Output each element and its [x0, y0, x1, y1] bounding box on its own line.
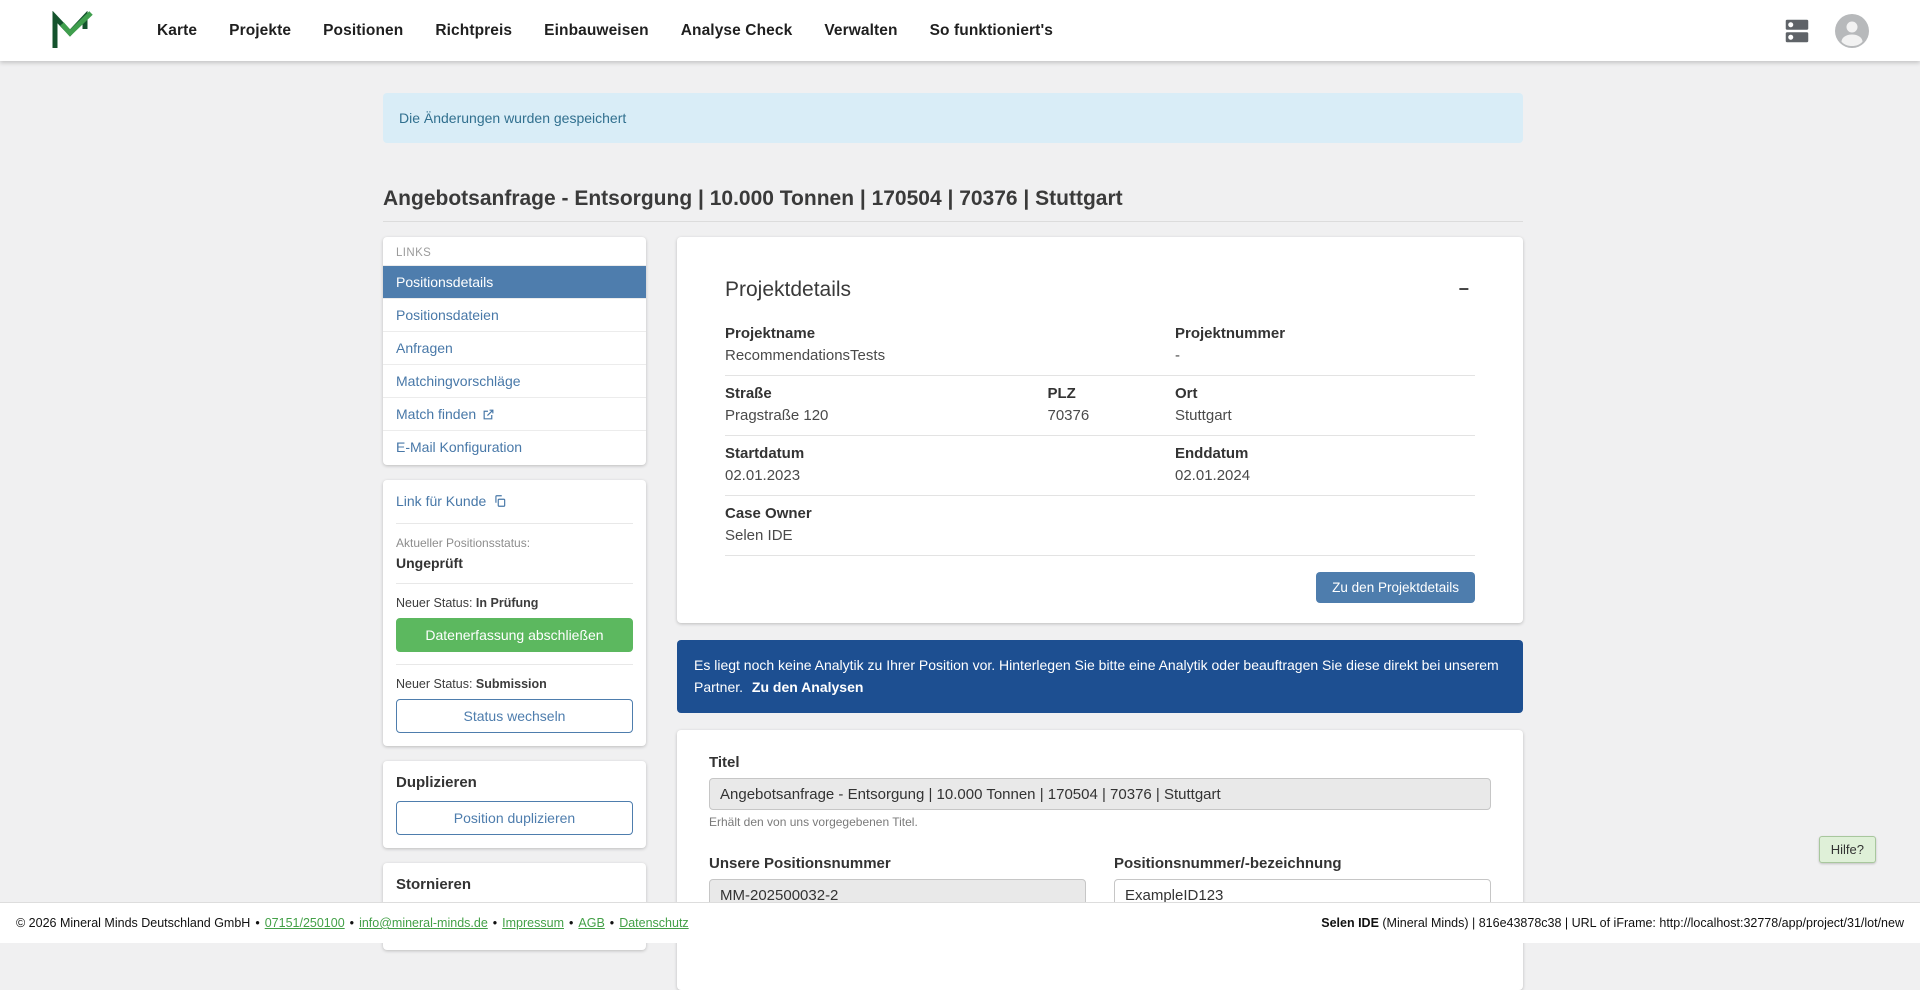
- main-nav: Karte Projekte Positionen Richtpreis Ein…: [141, 0, 1069, 61]
- footer-impressum-link[interactable]: Impressum: [502, 916, 564, 930]
- go-to-analyses-link[interactable]: Zu den Analysen: [752, 679, 864, 695]
- user-avatar[interactable]: [1834, 13, 1870, 49]
- new-status-value: In Prüfung: [476, 596, 539, 610]
- sidebar-item-positionsdateien[interactable]: Positionsdateien: [383, 298, 646, 331]
- sidebar-item-label: Anfragen: [396, 340, 453, 356]
- nav-item-analyse-check[interactable]: Analyse Check: [665, 0, 809, 61]
- field-projektname: Projektname RecommendationsTests: [725, 316, 1175, 376]
- new-status-in-pruefung: Neuer Status: In Prüfung: [396, 596, 633, 610]
- top-navbar: Karte Projekte Positionen Richtpreis Ein…: [0, 0, 1920, 61]
- analytics-banner: Es liegt noch keine Analytik zu Ihrer Po…: [677, 640, 1523, 713]
- separator: •: [610, 916, 614, 930]
- app-logo[interactable]: [49, 11, 93, 51]
- new-status-label: Neuer Status:: [396, 677, 472, 691]
- field-plz: PLZ 70376: [1048, 376, 1176, 436]
- collapse-card-button[interactable]: −: [1452, 277, 1475, 302]
- our-position-number-label: Unsere Positionsnummer: [709, 855, 1086, 872]
- nav-item-richtpreis[interactable]: Richtpreis: [419, 0, 528, 61]
- new-status-submission: Neuer Status: Submission: [396, 677, 633, 691]
- nav-item-projekte[interactable]: Projekte: [213, 0, 307, 61]
- sidebar-item-anfragen[interactable]: Anfragen: [383, 331, 646, 364]
- sidebar-item-label: E-Mail Konfiguration: [396, 439, 522, 455]
- customer-link-label: Link für Kunde: [396, 493, 486, 509]
- footer-links: © 2026 Mineral Minds Deutschland GmbH • …: [16, 916, 689, 930]
- position-form-card: Titel Erhält den von uns vorgegebenen Ti…: [677, 730, 1523, 990]
- sidebar-item-label: Positionsdetails: [396, 274, 493, 290]
- duplicate-heading: Duplizieren: [396, 774, 633, 791]
- field-case-owner: Case Owner Selen IDE: [725, 496, 1475, 556]
- links-header: LINKS: [383, 237, 646, 265]
- titel-input: [709, 778, 1491, 810]
- current-status-label: Aktueller Positionsstatus:: [396, 536, 633, 550]
- main-column: Projektdetails − Projektname Recommendat…: [677, 237, 1523, 990]
- cancel-heading: Stornieren: [396, 876, 633, 893]
- current-status-value: Ungeprüft: [396, 555, 633, 571]
- divider: [396, 583, 633, 584]
- app-footer: © 2026 Mineral Minds Deutschland GmbH • …: [0, 902, 1920, 943]
- nav-item-positionen[interactable]: Positionen: [307, 0, 419, 61]
- footer-email-link[interactable]: info@mineral-minds.de: [359, 916, 488, 930]
- separator: •: [350, 916, 354, 930]
- copy-icon: [493, 494, 507, 508]
- sidebar-item-label: Positionsdateien: [396, 307, 499, 323]
- field-enddatum: Enddatum 02.01.2024: [1175, 436, 1475, 496]
- field-strasse: Straße Pragstraße 120: [725, 376, 1048, 436]
- links-card: LINKS Positionsdetails Positionsdateien …: [383, 237, 646, 465]
- project-details-grid: Projektname RecommendationsTests Projekt…: [725, 316, 1475, 556]
- sidebar-item-matchingvorschlaege[interactable]: Matchingvorschläge: [383, 364, 646, 397]
- separator: •: [569, 916, 573, 930]
- navbar-actions: [1782, 13, 1870, 49]
- nav-item-so-funktionierts[interactable]: So funktioniert's: [914, 0, 1069, 61]
- saved-success-alert: Die Änderungen wurden gespeichert: [383, 93, 1523, 143]
- nav-item-einbauweisen[interactable]: Einbauweisen: [528, 0, 665, 61]
- status-card: Link für Kunde Aktueller Positionsstatus…: [383, 480, 646, 746]
- separator: •: [493, 916, 497, 930]
- sidebar-item-match-finden[interactable]: Match finden: [383, 397, 646, 430]
- minus-icon: −: [1458, 279, 1469, 299]
- session-user: Selen IDE: [1321, 916, 1379, 930]
- project-details-card: Projektdetails − Projektname Recommendat…: [677, 237, 1523, 623]
- field-projektnummer: Projektnummer -: [1175, 316, 1475, 376]
- nav-item-karte[interactable]: Karte: [141, 0, 213, 61]
- duplicate-card: Duplizieren Position duplizieren: [383, 761, 646, 848]
- titel-help: Erhält den von uns vorgegebenen Titel.: [709, 815, 1491, 829]
- new-status-label: Neuer Status:: [396, 596, 472, 610]
- footer-phone-link[interactable]: 07151/250100: [265, 916, 345, 930]
- field-startdatum: Startdatum 02.01.2023: [725, 436, 1175, 496]
- divider: [396, 664, 633, 665]
- duplicate-position-button[interactable]: Position duplizieren: [396, 801, 633, 835]
- footer-session-info: Selen IDE (Mineral Minds) | 816e43878c38…: [1321, 916, 1904, 930]
- copyright-text: © 2026 Mineral Minds Deutschland GmbH: [16, 916, 250, 930]
- separator: •: [255, 916, 259, 930]
- customer-link[interactable]: Link für Kunde: [396, 493, 507, 509]
- divider: [396, 523, 633, 524]
- help-button[interactable]: Hilfe?: [1819, 836, 1876, 863]
- field-ort: Ort Stuttgart: [1175, 376, 1475, 436]
- change-status-button[interactable]: Status wechseln: [396, 699, 633, 733]
- sidebar-item-positionsdetails[interactable]: Positionsdetails: [383, 265, 646, 298]
- sidebar-item-label: Matchingvorschläge: [396, 373, 521, 389]
- project-details-title: Projektdetails: [725, 278, 851, 302]
- sidebar-item-email-konfiguration[interactable]: E-Mail Konfiguration: [383, 430, 646, 463]
- go-to-project-details-button[interactable]: Zu den Projektdetails: [1316, 572, 1475, 603]
- external-link-icon: [482, 408, 495, 421]
- footer-agb-link[interactable]: AGB: [578, 916, 604, 930]
- avatar-icon: [1834, 13, 1870, 49]
- complete-data-entry-button[interactable]: Datenerfassung abschließen: [396, 618, 633, 652]
- new-status-value: Submission: [476, 677, 547, 691]
- mineral-minds-logo-icon: [49, 11, 93, 51]
- left-sidebar: LINKS Positionsdetails Positionsdateien …: [383, 237, 646, 950]
- custom-position-number-label: Positionsnummer/-bezeichnung: [1114, 855, 1491, 872]
- footer-datenschutz-link[interactable]: Datenschutz: [619, 916, 688, 930]
- sidebar-item-label: Match finden: [396, 406, 476, 422]
- server-icon[interactable]: [1782, 16, 1812, 46]
- page-title: Angebotsanfrage - Entsorgung | 10.000 To…: [383, 187, 1523, 222]
- session-details: (Mineral Minds) | 816e43878c38 | URL of …: [1379, 916, 1904, 930]
- page-content: Die Änderungen wurden gespeichert Angebo…: [383, 61, 1523, 990]
- titel-label: Titel: [709, 754, 1491, 771]
- nav-item-verwalten[interactable]: Verwalten: [808, 0, 913, 61]
